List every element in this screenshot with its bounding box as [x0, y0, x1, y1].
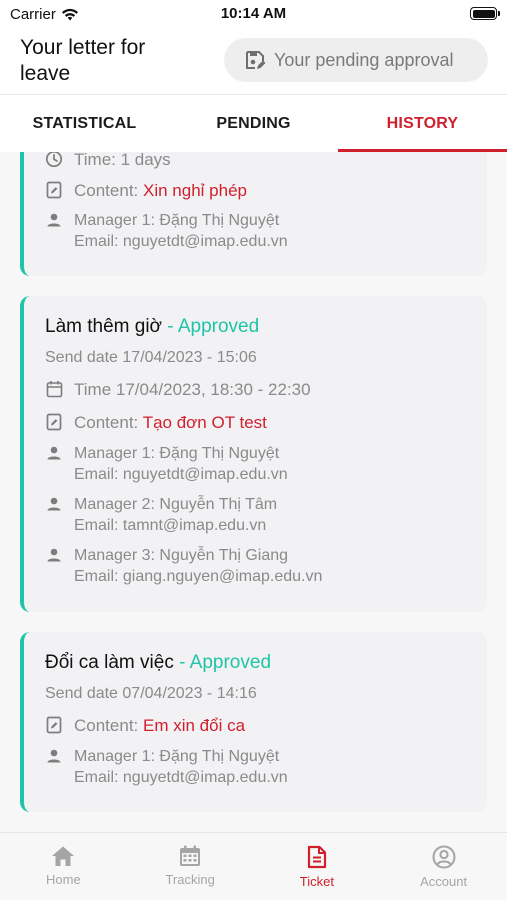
status-badge: Approved	[177, 316, 260, 337]
content-row: Content: Em xin đổi ca	[45, 715, 245, 736]
person-icon	[47, 749, 61, 763]
content-value: Tạo đơn OT test	[142, 413, 267, 432]
content-value: Xin nghỉ phép	[143, 181, 247, 200]
edit-note-icon	[46, 181, 62, 199]
history-list[interactable]: Time: 1 days Content: Xin nghỉ phép Mana…	[0, 152, 507, 832]
nav-account-label: Account	[420, 874, 468, 889]
calendar-icon	[180, 845, 201, 866]
content-value: Em xin đổi ca	[143, 716, 246, 735]
person-icon	[47, 213, 61, 227]
bottom-nav: Home Tracking Ticket Account	[0, 832, 507, 900]
time-text: Time 17/04/2023, 18:30 - 22:30	[74, 380, 311, 399]
request-type: Đổi ca làm việc	[45, 652, 174, 673]
app-screen: Carrier 10:14 AM Your letter for leave Y…	[0, 0, 507, 900]
person-icon	[47, 446, 61, 460]
edit-note-icon	[46, 413, 62, 431]
time-row: Time: 1 days	[45, 152, 171, 170]
manager-row: Manager 2: Nguyễn Thị Tâm Email: tamnt@i…	[45, 494, 277, 536]
pending-approval-button[interactable]: Your pending approval	[224, 38, 488, 82]
send-date: Send date 07/04/2023 - 14:16	[45, 685, 257, 702]
content-label: Content:	[74, 716, 139, 735]
content-row: Content: Xin nghỉ phép	[45, 180, 247, 201]
manager-name: Manager 3: Nguyễn Thị Giang	[74, 547, 289, 564]
pending-approval-label: Your pending approval	[274, 49, 454, 70]
person-icon	[47, 497, 61, 511]
tab-pending[interactable]: PENDING	[169, 95, 338, 152]
shift-change-card[interactable]: Đổi ca làm việc - Approved Send date 07/…	[20, 632, 487, 812]
manager-name: Manager 1: Đặng Thị Nguyệt	[74, 212, 280, 229]
clock-icon	[45, 152, 63, 168]
manager-name: Manager 2: Nguyễn Thị Tâm	[74, 496, 278, 513]
nav-tracking-label: Tracking	[165, 872, 215, 887]
manager-row: Manager 1: Đặng Thị Nguyệt Email: nguyet…	[45, 210, 288, 252]
battery-icon	[470, 7, 500, 20]
tab-bar: STATISTICAL PENDING HISTORY	[0, 94, 507, 152]
card-title: Làm thêm giờ - Approved	[45, 316, 259, 338]
account-icon	[432, 845, 456, 869]
status-time: 10:14 AM	[220, 5, 287, 22]
person-icon	[47, 548, 61, 562]
calendar-icon	[46, 381, 62, 398]
nav-home-label: Home	[46, 872, 81, 887]
status-separator: -	[173, 652, 190, 673]
manager-email: Email: giang.nguyen@imap.edu.vn	[74, 568, 323, 585]
manager-email: Email: tamnt@imap.edu.vn	[74, 517, 267, 534]
tab-statistical[interactable]: STATISTICAL	[0, 95, 169, 152]
overtime-card[interactable]: Làm thêm giờ - Approved Send date 17/04/…	[20, 296, 487, 612]
nav-account[interactable]: Account	[380, 833, 507, 900]
time-text: Time: 1 days	[74, 152, 171, 169]
content-label: Content:	[74, 181, 139, 200]
save-icon	[246, 51, 266, 69]
manager-row: Manager 1: Đặng Thị Nguyệt Email: nguyet…	[45, 443, 288, 485]
nav-tracking[interactable]: Tracking	[127, 833, 254, 900]
content-row: Content: Tạo đơn OT test	[45, 412, 267, 433]
leave-card[interactable]: Time: 1 days Content: Xin nghỉ phép Mana…	[20, 152, 487, 276]
page-title: Your letter for leave	[20, 36, 146, 85]
manager-email: Email: nguyetdt@imap.edu.vn	[74, 769, 288, 786]
manager-row: Manager 3: Nguyễn Thị Giang Email: giang…	[45, 545, 322, 587]
manager-name: Manager 1: Đặng Thị Nguyệt	[74, 748, 280, 765]
document-icon	[307, 845, 326, 869]
page-header: Your letter for leave Your pending appro…	[0, 28, 507, 94]
nav-ticket-label: Ticket	[299, 874, 334, 889]
send-date: Send date 17/04/2023 - 15:06	[45, 349, 257, 366]
manager-email: Email: nguyetdt@imap.edu.vn	[74, 233, 288, 250]
status-badge: Approved	[189, 652, 272, 673]
tab-history[interactable]: HISTORY	[338, 95, 507, 152]
status-bar: Carrier 10:14 AM	[0, 0, 507, 28]
edit-note-icon	[46, 716, 62, 734]
card-title: Đổi ca làm việc - Approved	[45, 652, 271, 674]
nav-home[interactable]: Home	[0, 833, 127, 900]
manager-email: Email: nguyetdt@imap.edu.vn	[74, 466, 288, 483]
manager-row: Manager 1: Đặng Thị Nguyệt Email: nguyet…	[45, 746, 288, 788]
nav-ticket[interactable]: Ticket	[254, 833, 381, 900]
manager-name: Manager 1: Đặng Thị Nguyệt	[74, 445, 280, 462]
content-label: Content:	[74, 413, 139, 432]
request-type: Làm thêm giờ	[45, 316, 163, 337]
status-separator: -	[162, 316, 178, 337]
home-icon	[52, 846, 75, 866]
time-row: Time 17/04/2023, 18:30 - 22:30	[45, 379, 311, 400]
